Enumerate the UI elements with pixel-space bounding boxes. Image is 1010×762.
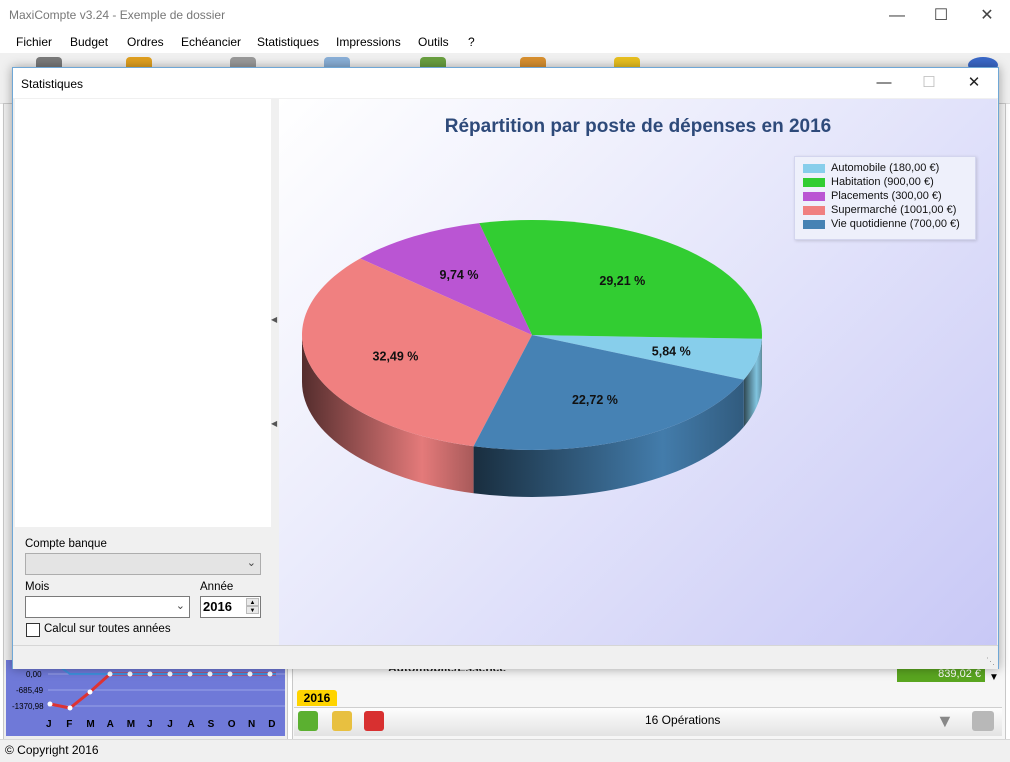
statistics-list-panel[interactable] (15, 99, 271, 527)
legend-swatch (803, 178, 825, 187)
chart-legend: Automobile (180,00 €) Habitation (900,00 … (794, 156, 976, 240)
panel-splitter[interactable]: ◀ ◀ (271, 99, 279, 645)
add-operation-icon[interactable] (298, 711, 318, 731)
mini-x-labels: JFMAMJJASOND (46, 719, 275, 730)
spin-down-icon[interactable]: ▼ (246, 606, 259, 614)
mini-month-label: M (127, 719, 135, 730)
app-title: MaxiCompte v3.24 - Exemple de dossier (9, 8, 225, 22)
mini-chart-svg: 0,00 -685,49 -1370,98 J F M A M J J A S O N D (6, 660, 285, 736)
mini-month-label: N (248, 719, 255, 730)
mois-label: Mois (25, 581, 49, 593)
maximize-button[interactable]: ☐ (918, 0, 964, 31)
minimize-button[interactable]: — (874, 0, 920, 31)
mini-points (48, 672, 273, 711)
pie-percent-label: 9,74 % (440, 268, 479, 282)
menu-outils[interactable]: Outils (418, 35, 449, 49)
dialog-titlebar: Statistiques — ☐ ✕ (13, 68, 998, 98)
chevron-down-icon: ⌄ (176, 599, 185, 612)
dialog-maximize-button: ☐ (906, 68, 952, 98)
annee-value: 2016 (203, 599, 232, 614)
mini-point (268, 672, 273, 677)
calcul-toutes-annees-label: Calcul sur toutes années (44, 623, 171, 635)
mini-point (148, 672, 153, 677)
pie-percent-label: 5,84 % (652, 344, 691, 358)
collapse-left-icon[interactable]: ◀ (271, 315, 277, 324)
legend-label: Habitation (900,00 €) (831, 176, 934, 188)
filter-icon[interactable]: ▼ (936, 712, 954, 730)
legend-label: Placements (300,00 €) (831, 190, 942, 202)
resize-grip-icon[interactable]: ⋱ (986, 656, 995, 667)
chevron-down-icon[interactable]: ▼ (989, 672, 999, 683)
mini-month-label: J (167, 719, 173, 730)
legend-swatch (803, 206, 825, 215)
menu-impressions[interactable]: Impressions (336, 35, 401, 49)
compte-banque-select[interactable]: ⌄ (25, 553, 261, 575)
pie-percent-label: 29,21 % (599, 274, 645, 288)
mini-point (248, 672, 253, 677)
mini-month-label: F (66, 719, 72, 730)
print-icon[interactable] (972, 711, 994, 731)
year-tab[interactable]: 2016 (297, 690, 337, 706)
collapse-left-icon[interactable]: ◀ (271, 419, 277, 428)
mois-select[interactable]: ⌄ (25, 596, 190, 618)
mini-month-label: J (147, 719, 153, 730)
mini-month-label: M (86, 719, 94, 730)
menu-help[interactable]: ? (468, 35, 475, 49)
edit-operation-icon[interactable] (332, 711, 352, 731)
mini-y-label: -685,49 (16, 686, 44, 695)
mini-y-label: 0,00 (26, 670, 42, 679)
mini-point (128, 672, 133, 677)
menu-bar: Fichier Budget Ordres Echéancier Statist… (0, 31, 1010, 53)
mini-point (68, 706, 73, 711)
chart-area: Répartition par poste de dépenses en 201… (279, 99, 997, 645)
status-bar (0, 739, 1010, 762)
legend-label: Supermarché (1001,00 €) (831, 204, 956, 216)
pie-percent-label: 32,49 % (373, 350, 419, 364)
mini-y-label: -1370,98 (12, 702, 44, 711)
delete-operation-icon[interactable] (364, 711, 384, 731)
legend-swatch (803, 220, 825, 229)
menu-fichier[interactable]: Fichier (16, 35, 52, 49)
dialog-title: Statistiques (21, 77, 83, 91)
mini-series-line (50, 674, 276, 708)
mini-point (228, 672, 233, 677)
mini-month-label: D (268, 719, 275, 730)
mini-point (88, 690, 93, 695)
legend-swatch (803, 164, 825, 173)
dialog-minimize-button[interactable]: — (861, 68, 907, 98)
menu-budget[interactable]: Budget (70, 35, 108, 49)
app-titlebar: MaxiCompte v3.24 - Exemple de dossier — … (0, 0, 1010, 31)
copyright-text: © Copyright 2016 (5, 743, 99, 757)
balance-mini-chart: 0,00 -685,49 -1370,98 J F M A M J J A S O N D (6, 660, 285, 736)
mini-point (108, 672, 113, 677)
mini-point (208, 672, 213, 677)
mini-month-label: A (187, 719, 194, 730)
dialog-footer: ⋱ (13, 645, 998, 669)
legend-label: Vie quotidienne (700,00 €) (831, 218, 960, 230)
annee-spinbox[interactable]: 2016 ▲ ▼ (200, 596, 261, 618)
dialog-close-button[interactable]: ✕ (951, 68, 997, 98)
mini-point (188, 672, 193, 677)
mini-month-label: O (228, 719, 236, 730)
menu-ordres[interactable]: Ordres (127, 35, 164, 49)
mini-month-label: J (46, 719, 52, 730)
mini-point (48, 702, 53, 707)
spin-up-icon[interactable]: ▲ (246, 598, 259, 606)
mini-month-label: S (208, 719, 215, 730)
calcul-toutes-annees-checkbox[interactable] (26, 623, 40, 637)
chevron-down-icon: ⌄ (247, 556, 256, 569)
mini-month-label: A (107, 719, 114, 730)
statistics-dialog: Statistiques — ☐ ✕ ◀ ◀ Répartition par p… (12, 67, 999, 669)
mini-point (168, 672, 173, 677)
close-button[interactable]: ✕ (964, 0, 1010, 31)
menu-echeancier[interactable]: Echéancier (181, 35, 241, 49)
legend-label: Automobile (180,00 €) (831, 162, 939, 174)
operations-count: 16 Opérations (645, 713, 720, 727)
annee-spinner: ▲ ▼ (246, 598, 259, 616)
legend-swatch (803, 192, 825, 201)
pie-percent-label: 22,72 % (572, 393, 618, 407)
compte-label: Compte banque (25, 538, 107, 550)
menu-statistiques[interactable]: Statistiques (257, 35, 319, 49)
annee-label: Année (200, 581, 233, 593)
